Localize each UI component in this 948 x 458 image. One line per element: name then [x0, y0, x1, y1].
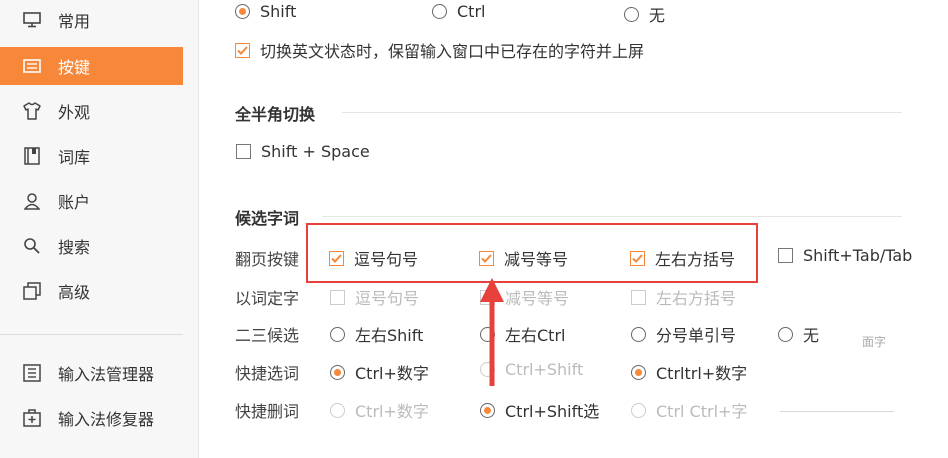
checkbox-word-brackets[interactable]: 左右方括号	[631, 285, 736, 309]
radio-label: 无	[649, 6, 666, 25]
sidebar-item-search[interactable]: 搜索	[0, 227, 183, 265]
sidebar-item-appearance[interactable]: 外观	[0, 92, 183, 130]
checkbox-full-half-shortcut[interactable]: Shift + Space	[236, 142, 370, 161]
radio-label: Ctrl+Shift	[505, 360, 584, 379]
checkbox-label: Shift + Space	[261, 142, 370, 161]
sidebar-item-label: 高级	[58, 283, 91, 302]
sidebar-item-label: 按键	[58, 58, 91, 77]
checkbox-keep-chars[interactable]: 切换英文状态时，保留输入窗口中已存在的字符并上屏	[235, 38, 644, 62]
checkbox-label: 左右方括号	[656, 289, 737, 308]
highlight-box	[306, 223, 758, 283]
settings-sidebar: 常用 按键 外观 词库 账户 搜索 高级 输入法管理器 输入法修复器	[0, 0, 199, 458]
section-title-full-half: 全半角切换	[235, 105, 316, 124]
sidebar-item-ime-manager[interactable]: 输入法管理器	[0, 354, 183, 392]
radio-label: 左右Ctrl	[505, 326, 566, 345]
red-arrow-icon	[480, 278, 504, 386]
radio-label: Ctrl	[457, 2, 486, 21]
sidebar-item-label: 常用	[58, 12, 91, 31]
checkbox-label: 逗号句号	[355, 289, 420, 308]
section-title-candidates: 候选字词	[235, 209, 300, 228]
radio-qs-ctrl-ctrl-number[interactable]: Ctrltrl+数字	[631, 360, 747, 384]
checkbox-word-comma-period[interactable]: 逗号句号	[330, 285, 419, 309]
radio-label: Ctrl+数字	[355, 402, 429, 421]
checkbox-indicator	[778, 248, 793, 263]
sidebar-item-label: 搜索	[58, 238, 91, 257]
checkbox-indicator	[235, 42, 250, 58]
row-label-word-select: 以词定字	[235, 289, 300, 308]
checkbox-page-shift-tab[interactable]: Shift+Tab/Tab	[778, 246, 912, 265]
radio-23-semicolon-quote[interactable]: 分号单引号	[631, 322, 736, 346]
checkbox-label: Shift+Tab/Tab	[803, 246, 913, 265]
radio-label: 无	[803, 326, 820, 345]
sidebar-item-dictionary[interactable]: 词库	[0, 137, 183, 175]
radio-label: 左右Shift	[355, 326, 424, 345]
radio-switch-ctrl[interactable]: Ctrl	[432, 2, 485, 21]
radio-indicator	[624, 6, 639, 22]
section-divider	[342, 112, 902, 113]
row-label-page-keys: 翻页按键	[235, 250, 300, 269]
radio-qd-ctrl-shift[interactable]: Ctrl+Shift选	[480, 398, 599, 422]
checkbox-label: 切换英文状态时，保留输入窗口中已存在的字符并上屏	[260, 42, 645, 61]
book-icon	[22, 146, 42, 166]
radio-switch-shift[interactable]: Shift	[235, 2, 296, 21]
radio-indicator	[778, 326, 793, 342]
sidebar-item-keys[interactable]: 按键	[0, 47, 183, 85]
watermark-text: 面字	[862, 335, 887, 349]
keyboard-icon	[22, 56, 42, 76]
sidebar-item-label: 输入法管理器	[58, 365, 155, 384]
radio-indicator	[330, 402, 345, 418]
radio-indicator	[631, 402, 646, 418]
radio-label: Ctrltrl+数字	[656, 364, 748, 383]
radio-label: 分号单引号	[656, 326, 737, 345]
radio-indicator	[330, 364, 345, 380]
search-icon	[22, 236, 42, 256]
sidebar-item-label: 外观	[58, 103, 91, 122]
radio-indicator	[631, 364, 646, 380]
sidebar-item-label: 词库	[58, 148, 91, 167]
radio-23-none[interactable]: 无	[778, 322, 819, 346]
sidebar-item-ime-repair[interactable]: 输入法修复器	[0, 399, 183, 437]
row-label-quick-select: 快捷选词	[235, 364, 300, 383]
row-label-second-third: 二三候选	[235, 326, 300, 345]
sidebar-item-account[interactable]: 账户	[0, 182, 183, 220]
radio-label: Shift	[260, 2, 297, 21]
radio-indicator	[480, 402, 495, 418]
radio-label: Ctrl+数字	[355, 364, 429, 383]
checkbox-label: 减号等号	[505, 289, 570, 308]
checkbox-indicator	[330, 289, 345, 305]
sidebar-divider	[0, 334, 183, 335]
radio-indicator	[330, 326, 345, 342]
checkbox-indicator	[631, 289, 646, 305]
radio-indicator	[631, 326, 646, 342]
radio-switch-none[interactable]: 无	[624, 2, 665, 26]
row-divider	[780, 411, 894, 412]
monitor-icon	[22, 10, 42, 30]
checkbox-indicator	[236, 144, 251, 159]
radio-label: Ctrl+Shift选	[505, 402, 600, 421]
radio-label: Ctrl Ctrl+字	[656, 402, 748, 421]
check-icon	[237, 45, 248, 55]
radio-indicator	[432, 4, 447, 19]
shirt-icon	[22, 101, 42, 121]
user-icon	[22, 191, 42, 211]
radio-23-shift[interactable]: 左右Shift	[330, 322, 423, 346]
repair-icon	[22, 408, 42, 428]
sidebar-item-advanced[interactable]: 高级	[0, 272, 183, 310]
radio-indicator	[235, 4, 250, 19]
radio-qd-ctrl-ctrl[interactable]: Ctrl Ctrl+字	[631, 398, 747, 422]
radio-qs-ctrl-number[interactable]: Ctrl+数字	[330, 360, 429, 384]
row-label-quick-delete: 快捷删词	[235, 402, 300, 421]
section-divider	[322, 216, 902, 217]
radio-qd-ctrl-number[interactable]: Ctrl+数字	[330, 398, 429, 422]
sidebar-item-label: 输入法修复器	[58, 410, 155, 429]
sidebar-item-label: 账户	[58, 193, 91, 212]
list-icon	[22, 363, 42, 383]
sidebar-item-common[interactable]: 常用	[0, 1, 183, 39]
layers-icon	[22, 281, 42, 301]
